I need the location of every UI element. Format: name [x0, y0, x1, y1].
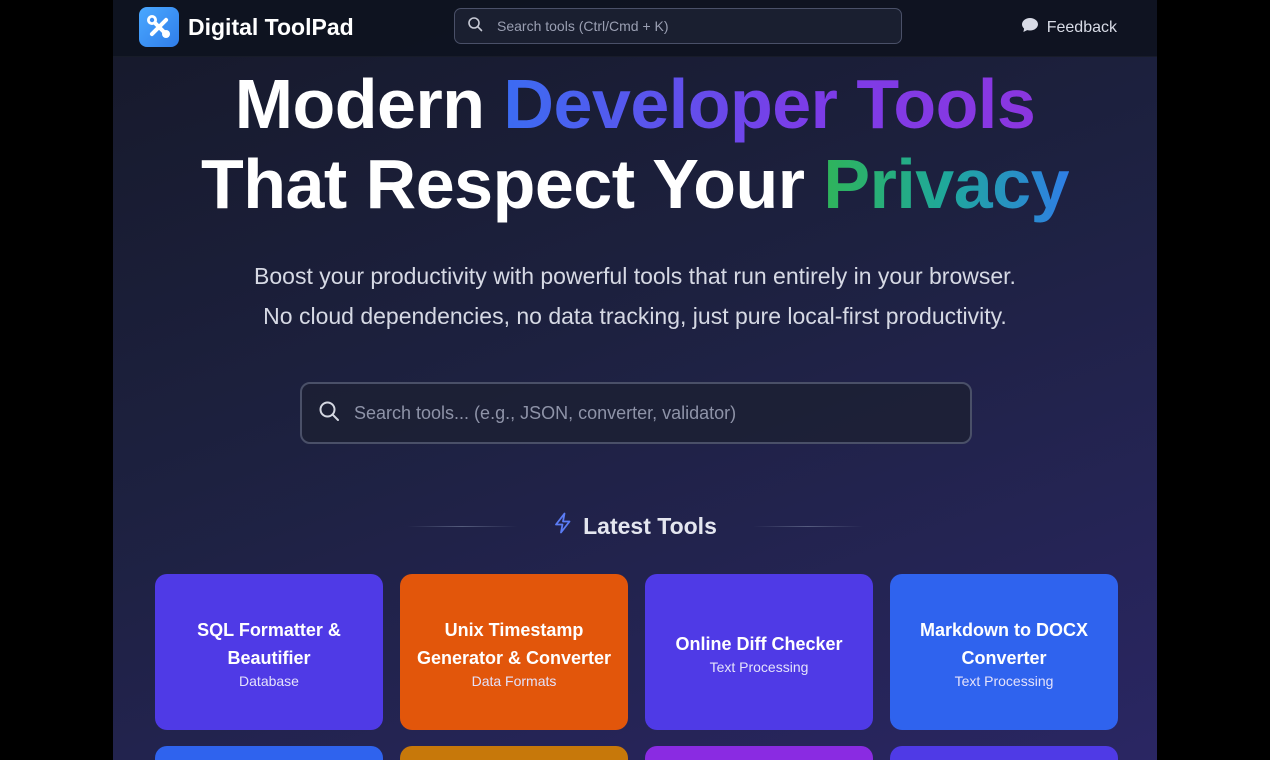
tool-card-title: Markdown to DOCX Converter [919, 619, 1088, 668]
search-icon [467, 16, 483, 37]
hero-title-accent: Developer Tools [503, 65, 1036, 143]
tool-card-title: Online Diff Checker [675, 633, 843, 654]
tool-card-category: Text Processing [709, 658, 809, 675]
header-search-input[interactable] [495, 17, 879, 35]
page: Digital ToolPad Feedback Modern Develope… [113, 0, 1157, 760]
tool-card[interactable]: Unix Timestamp Generator & Converter Dat… [400, 574, 628, 730]
tool-card-partial[interactable] [645, 746, 873, 760]
tool-card-title: SQL Formatter & Beautifier [197, 619, 341, 668]
header-search-box[interactable] [454, 8, 902, 44]
tool-card-category: Text Processing [954, 672, 1054, 689]
hero-title-text: That Respect Your [200, 145, 824, 223]
lightning-icon [553, 512, 573, 540]
tool-card[interactable]: SQL Formatter & Beautifier Database [155, 574, 383, 730]
feedback-button[interactable]: Feedback [1021, 17, 1117, 38]
hero-search-input[interactable] [352, 401, 956, 425]
tool-card-title: Unix Timestamp Generator & Converter [416, 619, 612, 668]
chat-bubble-icon [1021, 17, 1039, 38]
hero-subtitle-line-2: No cloud dependencies, no data tracking,… [263, 303, 1007, 329]
divider [407, 525, 518, 527]
divider [752, 525, 863, 527]
top-navbar: Digital ToolPad Feedback [113, 0, 1157, 57]
brand-link[interactable]: Digital ToolPad [139, 7, 354, 47]
brand-name: Digital ToolPad [188, 13, 354, 40]
tool-card-category: Database [239, 672, 299, 689]
tool-card-partial[interactable] [400, 746, 628, 760]
hero-subtitle-line-1: Boost your productivity with powerful to… [254, 263, 1016, 289]
hero-search-box[interactable] [300, 382, 972, 444]
feedback-label: Feedback [1046, 18, 1117, 36]
hero-title-accent: Privacy [823, 145, 1070, 223]
hero-title-line-1: Modern Developer Tools [113, 64, 1157, 144]
section-title: Latest Tools [553, 512, 717, 540]
hero-title-text: Modern [234, 65, 504, 143]
tool-card[interactable]: Markdown to DOCX Converter Text Processi… [890, 574, 1118, 730]
hero-subtitle: Boost your productivity with powerful to… [113, 256, 1157, 336]
tool-card[interactable]: Online Diff Checker Text Processing [645, 574, 873, 730]
hero-title: Modern Developer Tools That Respect Your… [113, 64, 1157, 224]
latest-tools-header: Latest Tools [113, 508, 1157, 544]
tool-card-partial[interactable] [155, 746, 383, 760]
search-icon [318, 400, 340, 427]
tools-icon [139, 7, 179, 47]
tool-card-partial[interactable] [890, 746, 1118, 760]
hero-title-line-2: That Respect Your Privacy [113, 144, 1157, 224]
section-title-label: Latest Tools [583, 512, 717, 539]
tool-card-category: Data Formats [471, 672, 557, 689]
